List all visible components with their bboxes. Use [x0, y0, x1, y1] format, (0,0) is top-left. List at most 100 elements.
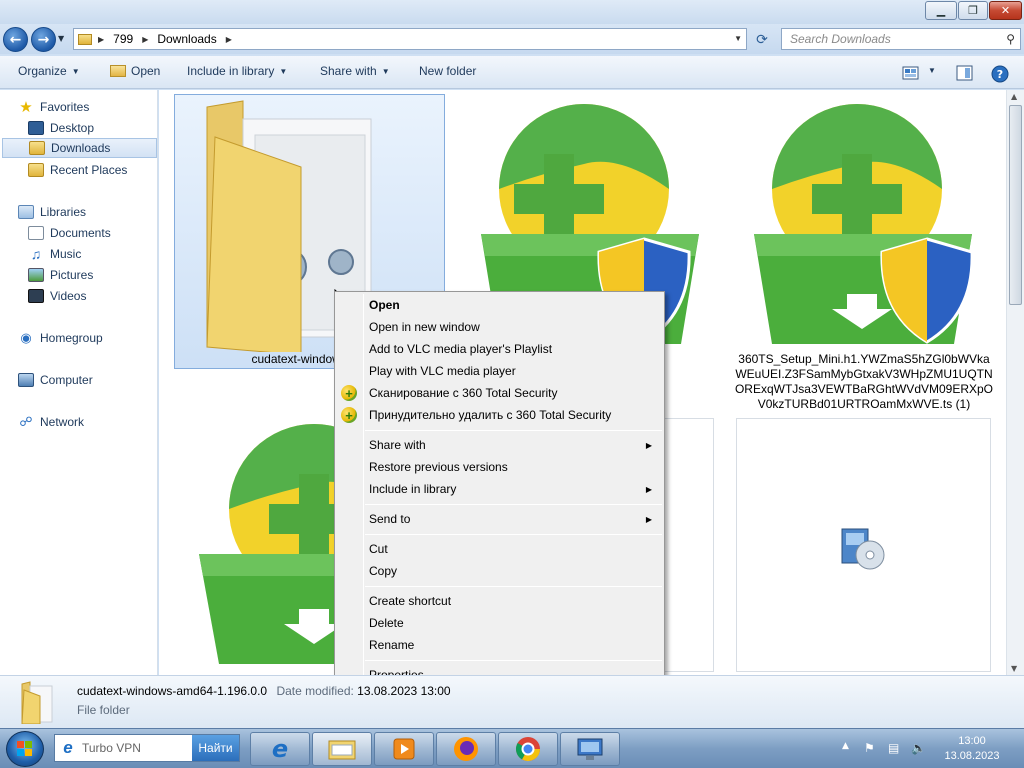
change-view-icon[interactable]: [902, 65, 920, 81]
show-hidden-icons[interactable]: ▲: [842, 741, 849, 751]
nav-documents[interactable]: Documents: [28, 223, 157, 243]
back-button[interactable]: ←: [3, 27, 28, 52]
menu-cut[interactable]: Cut: [337, 538, 662, 560]
breadcrumb-chevron-icon[interactable]: ▶: [226, 35, 232, 44]
nav-homegroup-label: Homegroup: [40, 331, 103, 345]
nav-computer[interactable]: Computer: [18, 370, 157, 390]
nav-videos[interactable]: Videos: [28, 286, 157, 306]
taskbar-chrome[interactable]: [498, 732, 558, 766]
taskbar-search-box[interactable]: e Turbo VPN Найти: [54, 734, 240, 762]
open-label: Open: [131, 64, 161, 78]
media-player-icon: [393, 738, 415, 760]
taskbar-remote-app[interactable]: [560, 732, 620, 766]
menu-send-to[interactable]: Send to ▶: [337, 508, 662, 530]
minimize-icon: ▁: [936, 4, 946, 17]
file-tile-partial[interactable]: [664, 418, 714, 672]
search-input[interactable]: Search Downloads ⚲: [781, 28, 1021, 50]
volume-muted-icon[interactable]: 🔈: [911, 741, 926, 755]
minimize-button[interactable]: ▁: [925, 1, 957, 20]
search-icon[interactable]: ⚲: [1006, 32, 1015, 46]
menu-send-to-label: Send to: [369, 512, 411, 526]
file-tile-setup[interactable]: [736, 418, 991, 672]
close-button[interactable]: ✕: [989, 1, 1022, 20]
menu-open-new-window[interactable]: Open in new window: [337, 316, 662, 338]
menu-restore-previous[interactable]: Restore previous versions: [337, 456, 662, 478]
menu-force-delete-360[interactable]: + Принудительно удалить с 360 Total Secur…: [337, 404, 662, 426]
internet-explorer-icon: e: [271, 735, 289, 763]
refresh-button[interactable]: ⟳: [752, 30, 772, 50]
nav-homegroup[interactable]: ◉ Homegroup: [18, 328, 157, 348]
nav-network-label: Network: [40, 415, 85, 429]
taskbar-internet-explorer[interactable]: e: [250, 732, 310, 766]
taskbar-firefox[interactable]: [436, 732, 496, 766]
nav-downloads[interactable]: Downloads: [2, 138, 157, 158]
nav-videos-label: Videos: [50, 289, 87, 303]
forward-button[interactable]: →: [31, 27, 56, 52]
search-placeholder: Search Downloads: [790, 32, 891, 46]
vertical-scrollbar[interactable]: ▲ ▼: [1006, 90, 1024, 675]
start-button[interactable]: [6, 731, 44, 767]
nav-pictures[interactable]: Pictures: [28, 265, 157, 285]
address-dropdown-icon[interactable]: ▼: [734, 34, 742, 43]
nav-recent-places-label: Recent Places: [50, 163, 128, 177]
menu-vlc-playlist[interactable]: Add to VLC media player's Playlist: [337, 338, 662, 360]
preview-pane-icon[interactable]: [956, 65, 974, 81]
network-status-icon[interactable]: ▤: [888, 741, 899, 755]
installer-tile-2[interactable]: 360TS_Setup_Mini.h1.YWZmaS5hZGl0bWVkaWEu…: [734, 94, 994, 412]
help-icon[interactable]: ?: [991, 65, 1009, 83]
menu-share-with[interactable]: Share with ▶: [337, 434, 662, 456]
nav-network[interactable]: ☍ Network: [18, 412, 157, 432]
taskbar-media-player[interactable]: [374, 732, 434, 766]
new-folder-button[interactable]: New folder: [419, 64, 476, 78]
breadcrumb-downloads[interactable]: Downloads: [157, 32, 216, 46]
menu-cut-label: Cut: [369, 542, 388, 556]
nav-favorites[interactable]: ★ Favorites: [18, 97, 157, 117]
breadcrumb-799[interactable]: 799: [113, 32, 133, 46]
menu-restore-previous-label: Restore previous versions: [369, 460, 508, 474]
address-bar[interactable]: ▶ 799 ▶ Downloads ▶ ▼: [73, 28, 747, 50]
organize-button[interactable]: Organize ▼: [18, 64, 80, 78]
clock[interactable]: 13:00 13.08.2023: [930, 734, 1014, 764]
installer-360-icon: [754, 104, 974, 344]
menu-rename-label: Rename: [369, 638, 415, 652]
menu-scan-360[interactable]: + Сканирование с 360 Total Security: [337, 382, 662, 404]
maximize-button[interactable]: ❐: [958, 1, 988, 20]
scrollbar-thumb[interactable]: [1009, 105, 1022, 305]
menu-delete[interactable]: Delete: [337, 612, 662, 634]
menu-create-shortcut[interactable]: Create shortcut: [337, 590, 662, 612]
nav-recent-places[interactable]: Recent Places: [28, 160, 157, 180]
open-button[interactable]: Open: [110, 64, 160, 78]
recent-places-icon: [28, 163, 44, 177]
nav-music[interactable]: ♫ Music: [28, 244, 157, 264]
menu-copy[interactable]: Copy: [337, 560, 662, 582]
nav-favorites-label: Favorites: [40, 100, 90, 114]
computer-icon: [18, 373, 34, 387]
monitor-icon: [577, 738, 603, 760]
menu-force-delete-360-label: Принудительно удалить с 360 Total Securi…: [369, 408, 612, 422]
command-bar: Organize ▼ Open Include in library ▼ Share…: [0, 56, 1024, 89]
menu-open[interactable]: Open: [337, 294, 662, 316]
nav-libraries[interactable]: Libraries: [18, 202, 157, 222]
menu-delete-label: Delete: [369, 616, 404, 630]
360-security-icon: +: [341, 385, 357, 401]
share-with-button[interactable]: Share with ▼: [320, 64, 390, 78]
breadcrumb-chevron-icon[interactable]: ▶: [142, 35, 148, 44]
recent-pages-dropdown[interactable]: ▼: [58, 34, 64, 43]
taskbar-search-button-label: Найти: [198, 741, 233, 755]
menu-share-with-label: Share with: [369, 438, 426, 452]
submenu-arrow-icon: ▶: [645, 484, 652, 494]
breadcrumb-chevron-icon[interactable]: ▶: [98, 35, 104, 44]
view-options-dropdown[interactable]: ▼: [928, 66, 936, 75]
menu-vlc-play[interactable]: Play with VLC media player: [337, 360, 662, 382]
chevron-down-icon: ▼: [381, 67, 390, 76]
taskbar-explorer[interactable]: [312, 732, 372, 766]
taskbar-search-button[interactable]: Найти: [192, 735, 239, 761]
nav-desktop[interactable]: Desktop: [28, 118, 157, 138]
menu-separator: [365, 660, 662, 661]
menu-rename[interactable]: Rename: [337, 634, 662, 656]
menu-include-in-library[interactable]: Include in library ▶: [337, 478, 662, 500]
flag-icon[interactable]: ⚑: [864, 741, 875, 755]
scroll-up-icon[interactable]: ▲: [1011, 92, 1017, 101]
scroll-down-icon[interactable]: ▼: [1011, 664, 1017, 673]
include-in-library-button[interactable]: Include in library ▼: [187, 64, 287, 78]
